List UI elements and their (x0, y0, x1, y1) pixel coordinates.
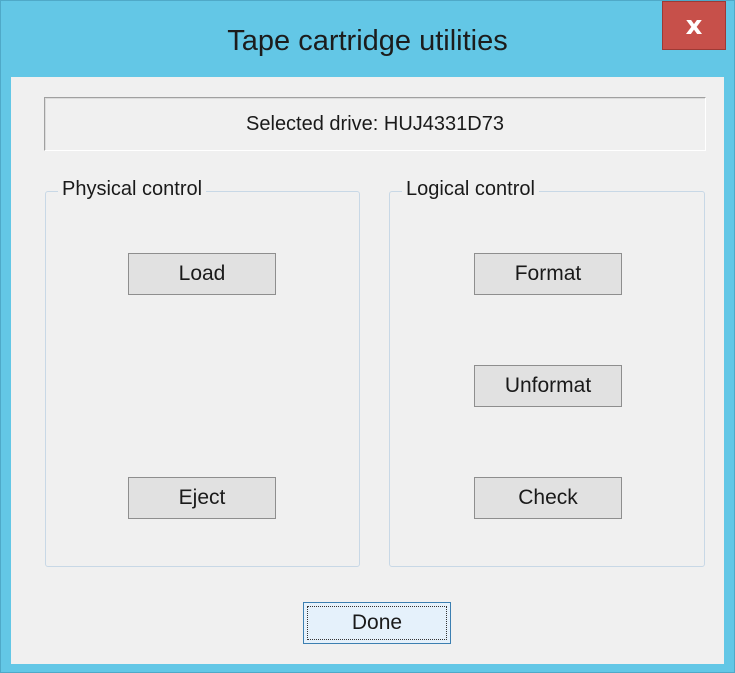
load-button[interactable]: Load (128, 253, 276, 295)
logical-control-label: Logical control (402, 178, 539, 201)
unformat-button[interactable]: Unformat (474, 365, 622, 407)
window-title: Tape cartridge utilities (227, 25, 508, 57)
dialog-client-area: Selected drive: HUJ4331D73 Physical cont… (11, 77, 724, 664)
physical-control-label: Physical control (58, 178, 207, 201)
selected-drive-display: Selected drive: HUJ4331D73 (44, 97, 706, 151)
logical-control-group: Logical control Format Unformat Check (389, 178, 705, 567)
focus-ring (307, 606, 447, 640)
title-bar[interactable]: Tape cartridge utilities x (1, 1, 734, 77)
close-button[interactable]: x (662, 1, 726, 50)
dialog-window: Tape cartridge utilities x Selected driv… (0, 0, 735, 673)
done-button[interactable]: Done (303, 602, 451, 644)
format-button[interactable]: Format (474, 253, 622, 295)
check-button[interactable]: Check (474, 477, 622, 519)
close-icon: x (685, 10, 703, 41)
eject-button[interactable]: Eject (128, 477, 276, 519)
physical-control-group: Physical control Load Eject (45, 178, 360, 567)
